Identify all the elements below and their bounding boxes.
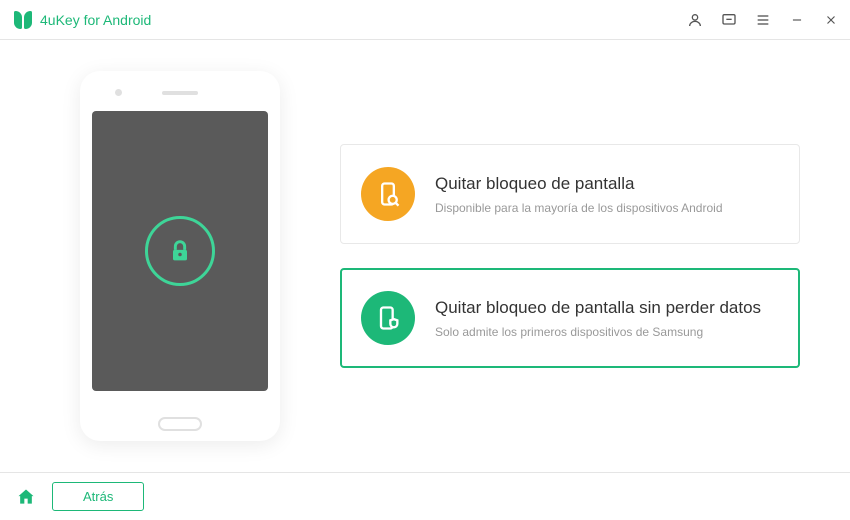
home-icon	[16, 487, 36, 507]
app-title: 4uKey for Android	[40, 12, 151, 28]
home-button[interactable]	[14, 485, 38, 509]
phone-illustration	[80, 71, 280, 441]
menu-icon[interactable]	[754, 11, 772, 29]
user-icon[interactable]	[686, 11, 704, 29]
option-remove-screen-lock[interactable]: Quitar bloqueo de pantalla Disponible pa…	[340, 144, 800, 244]
option-description: Solo admite los primeros dispositivos de…	[435, 325, 779, 339]
phone-screen	[92, 111, 268, 391]
phone-search-icon	[361, 167, 415, 221]
phone-shield-icon	[361, 291, 415, 345]
phone-home-button	[158, 417, 202, 431]
option-text: Quitar bloqueo de pantalla sin perder da…	[435, 297, 779, 339]
minimize-icon[interactable]	[788, 11, 806, 29]
footer: Atrás	[0, 472, 850, 520]
option-remove-lock-no-data-loss[interactable]: Quitar bloqueo de pantalla sin perder da…	[340, 268, 800, 368]
back-button[interactable]: Atrás	[52, 482, 144, 511]
main-content: Quitar bloqueo de pantalla Disponible pa…	[0, 40, 850, 472]
close-icon[interactable]	[822, 11, 840, 29]
options-list: Quitar bloqueo de pantalla Disponible pa…	[340, 144, 800, 368]
option-description: Disponible para la mayoría de los dispos…	[435, 201, 779, 215]
option-title: Quitar bloqueo de pantalla sin perder da…	[435, 297, 779, 319]
phone-earpiece	[162, 91, 198, 95]
titlebar: 4uKey for Android	[0, 0, 850, 40]
phone-camera	[115, 89, 122, 96]
lock-circle	[145, 216, 215, 286]
titlebar-left: 4uKey for Android	[14, 11, 151, 29]
option-title: Quitar bloqueo de pantalla	[435, 173, 779, 195]
app-logo	[14, 11, 32, 29]
option-text: Quitar bloqueo de pantalla Disponible pa…	[435, 173, 779, 215]
lock-icon	[166, 237, 194, 265]
titlebar-right	[686, 11, 840, 29]
message-icon[interactable]	[720, 11, 738, 29]
